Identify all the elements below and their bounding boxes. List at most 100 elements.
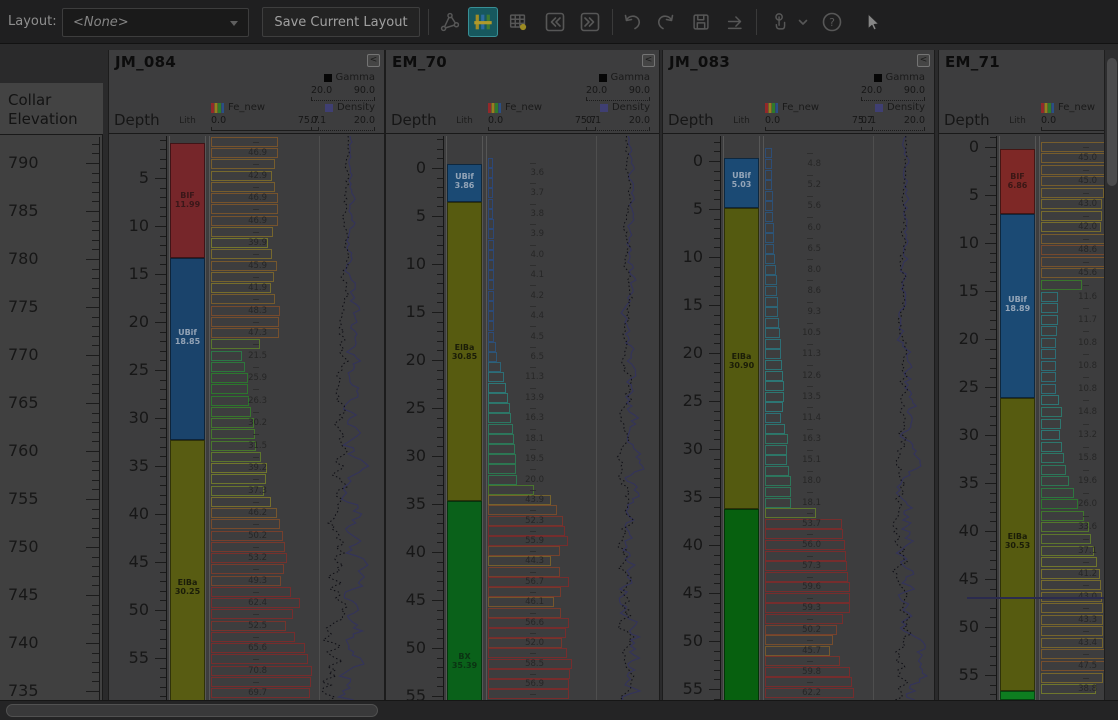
depth-tick	[432, 168, 443, 169]
fe-value: 31.5	[227, 441, 267, 451]
fe-gap-dash	[1083, 539, 1089, 540]
depth-tick	[437, 389, 443, 390]
fe-value: 30.2	[227, 418, 267, 428]
elevation-tick	[92, 240, 99, 241]
depth-tick	[437, 370, 443, 371]
depth-label: 55	[109, 648, 149, 667]
layout-select[interactable]: <None>	[62, 8, 249, 37]
touch-select-icon[interactable]	[766, 8, 794, 36]
header-separator	[386, 133, 660, 134]
elevation-tick	[86, 643, 99, 644]
fe-gap-dash	[253, 457, 259, 458]
hole-title: EM_70	[392, 53, 447, 71]
depth-label: 55	[663, 679, 703, 698]
table-view-icon[interactable]	[504, 8, 532, 36]
fe-gap-dash	[253, 682, 259, 683]
depth-tick	[990, 253, 996, 254]
depth-tick	[160, 524, 166, 525]
collapse-panel-button[interactable]: <	[917, 54, 930, 67]
fe-bar	[765, 233, 774, 243]
depth-tick	[990, 272, 996, 273]
scatter-link-icon[interactable]	[436, 8, 464, 36]
depth-tick	[160, 485, 166, 486]
depth-tick	[437, 542, 443, 543]
depth-tick	[990, 224, 996, 225]
elevation-label: 790	[8, 153, 48, 172]
vertical-scrollbar-thumb[interactable]	[1107, 58, 1117, 186]
horizontal-scrollbar-thumb[interactable]	[6, 704, 378, 717]
elevation-tick	[92, 528, 99, 529]
fe-bar	[488, 158, 493, 168]
fe-value: 11.6	[1057, 292, 1097, 302]
fe-bar	[488, 301, 494, 311]
vertical-scrollbar[interactable]	[1104, 50, 1118, 700]
expand-all-right-icon[interactable]	[576, 8, 604, 36]
export-icon[interactable]	[721, 8, 749, 36]
depth-tick	[990, 377, 996, 378]
fe-gap-dash	[253, 322, 259, 323]
fe-value: 69.7	[227, 688, 267, 698]
fe-gap-dash	[530, 367, 536, 368]
elevation-label: 770	[8, 345, 48, 364]
lith-value: 11.99	[168, 200, 207, 209]
fe-bar	[765, 244, 774, 254]
fe-bar	[1041, 511, 1084, 521]
lith-label: ElBa30.90	[722, 352, 761, 370]
fe-gap-dash	[253, 524, 259, 525]
horizontal-scrollbar[interactable]	[0, 700, 1118, 720]
elevation-tick	[92, 413, 99, 414]
depth-tick	[160, 581, 166, 582]
undo-icon[interactable]	[618, 8, 646, 36]
fe-gap-dash	[530, 163, 536, 164]
depth-tick	[990, 646, 996, 647]
collapse-panel-button[interactable]: <	[367, 54, 380, 67]
fe-bar	[1041, 649, 1106, 659]
hole-panel-EM_70: EM_70<Gamma20.090.0Density0.120.0Fe_new0…	[385, 50, 660, 700]
depth-tick	[990, 550, 996, 551]
depth-tick	[160, 668, 166, 669]
elevation-tick	[92, 288, 99, 289]
striplog-view-icon[interactable]	[468, 7, 498, 37]
fe-bar	[765, 286, 777, 296]
depth-tick	[160, 197, 166, 198]
depth-tick	[714, 670, 720, 671]
depth-tick	[714, 180, 720, 181]
touch-select-dropdown-icon[interactable]	[796, 8, 810, 36]
collar-elevation-header: Collar Elevation	[0, 83, 103, 135]
save-icon[interactable]	[687, 8, 715, 36]
fe-value: 43.9	[504, 495, 544, 505]
fe-value: 43.3	[1057, 615, 1097, 625]
fe-bar	[211, 497, 271, 507]
collapse-panel-button[interactable]: <	[642, 54, 655, 67]
depth-tick	[714, 295, 720, 296]
fe-gap-dash	[253, 299, 259, 300]
fe-colormap-icon	[765, 103, 778, 113]
redo-icon[interactable]	[652, 8, 680, 36]
depth-label: 10	[109, 216, 149, 235]
fe-bar	[765, 265, 776, 275]
fe-value: 10.8	[1057, 384, 1097, 394]
fe-value: 59.8	[781, 667, 821, 677]
collapse-all-left-icon[interactable]	[541, 8, 569, 36]
save-layout-button[interactable]: Save Current Layout	[262, 7, 420, 37]
fe-gap-dash	[1083, 424, 1089, 425]
fe-bar	[488, 352, 497, 362]
fe-range: 0.075.7	[211, 115, 319, 126]
depth-tick	[437, 475, 443, 476]
elevation-tick	[92, 269, 99, 270]
fe-bar	[1041, 580, 1101, 590]
lith-block-BX	[447, 501, 482, 700]
help-icon[interactable]: ?	[818, 8, 846, 36]
elevation-tick	[92, 317, 99, 318]
fe-value: 11.7	[1057, 315, 1097, 325]
fe-bar	[211, 362, 245, 372]
depth-ruler	[996, 136, 997, 700]
depth-tick	[714, 487, 720, 488]
depth-tick	[985, 435, 996, 436]
elevation-tick	[92, 230, 99, 231]
lith-header: Lith	[447, 116, 482, 126]
depth-tick	[990, 473, 996, 474]
elevation-tick	[92, 153, 99, 154]
header-separator	[663, 133, 935, 134]
fe-gap-dash	[253, 659, 259, 660]
